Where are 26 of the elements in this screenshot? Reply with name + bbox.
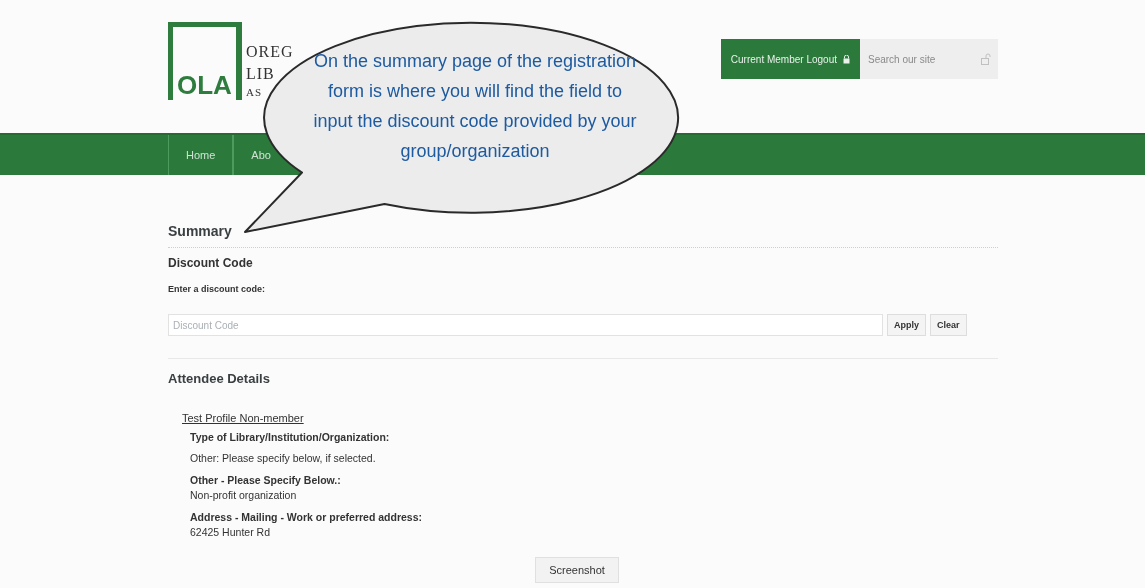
detail-value: Other: Please specify below, if selected. [190, 452, 377, 464]
logout-button[interactable]: Current Member Logout [720, 39, 860, 79]
discount-code-field[interactable]: Discount Code [168, 314, 883, 336]
section-title: Attendee Details [168, 371, 271, 386]
field-label: Enter a discount code: [168, 284, 266, 294]
search-submit-button[interactable] [974, 39, 998, 79]
detail-label: Type of Library/Institution/Organization: [190, 431, 391, 443]
form-button[interactable]: Apply [887, 314, 926, 336]
detail-value: Non-profit organization [190, 489, 298, 501]
logo-text: OREG [246, 42, 294, 63]
logo-text: AS [246, 86, 264, 100]
logo-mark: OLA [168, 22, 242, 100]
detail-label: Address - Mailing - Work or preferred address: [190, 511, 424, 523]
detail-label: Other - Please Specify Below.: [190, 474, 342, 486]
callout-text: On the summary page of the registration form is where you will find the field to input the discount code provided by your group/organization [312, 50, 638, 163]
nav-link[interactable]: Home [168, 135, 234, 175]
logo-text: LIB [246, 64, 276, 85]
section-heading: Discount Code [168, 256, 254, 270]
screenshot-button[interactable]: Screenshot [535, 557, 619, 583]
section-title: Summary [168, 223, 233, 239]
detail-value: 62425 Hunter Rd [190, 526, 271, 538]
lock-icon [843, 54, 850, 64]
form-button[interactable]: Clear [930, 314, 967, 336]
attendee-link[interactable]: Test Profile Non-member [182, 412, 998, 424]
lock-icon [981, 53, 991, 65]
search-field[interactable]: Search our site [860, 39, 974, 79]
